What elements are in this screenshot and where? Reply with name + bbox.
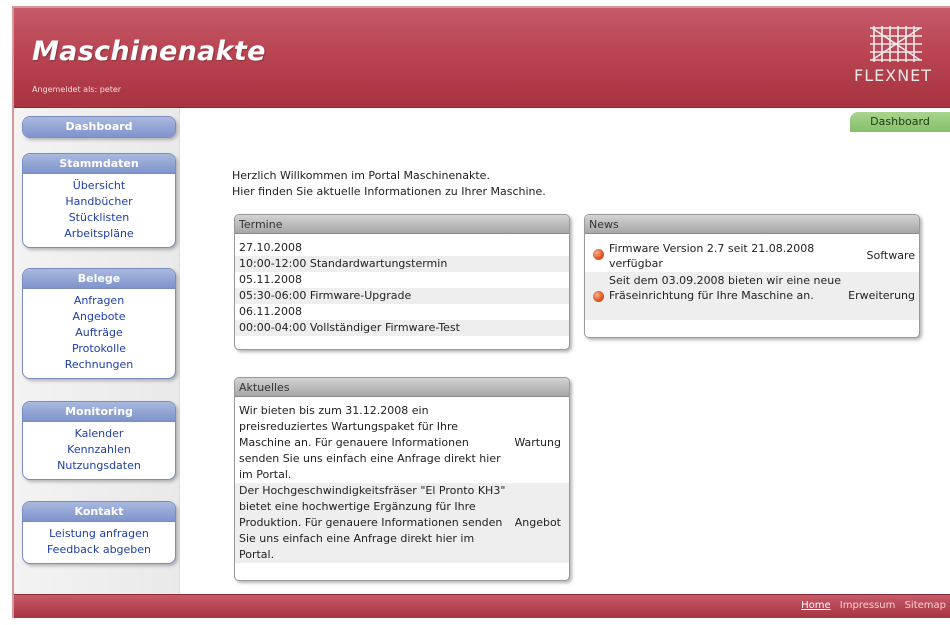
sidebar-item-auftraege[interactable]: Aufträge xyxy=(23,325,175,341)
page-frame: Maschinenakte Angemeldet als: peter FLEX… xyxy=(12,6,950,618)
news-bullet-icon xyxy=(593,249,604,260)
sidebar-item-protokolle[interactable]: Protokolle xyxy=(23,341,175,357)
sidebar-item-uebersicht[interactable]: Übersicht xyxy=(23,178,175,194)
welcome-text: Herzlich Willkommen im Portal Maschinena… xyxy=(232,168,546,200)
termine-entry: 05:30-06:00 Firmware-Upgrade xyxy=(235,288,569,304)
news-item: Seit dem 03.09.2008 bieten wir eine neue… xyxy=(585,272,919,320)
welcome-line-1: Herzlich Willkommen im Portal Maschinena… xyxy=(232,169,490,182)
sidebar-dashboard-box: Dashboard xyxy=(22,116,176,138)
sidebar-heading-monitoring[interactable]: Monitoring xyxy=(23,402,175,422)
sidebar-item-kennzahlen[interactable]: Kennzahlen xyxy=(23,442,175,458)
footer: Home Impressum Sitemap xyxy=(14,594,950,618)
login-info: Angemeldet als: peter xyxy=(32,85,122,94)
news-text: Seit dem 03.09.2008 bieten wir eine neue… xyxy=(609,274,842,302)
aktuelles-item: Wir bieten bis zum 31.12.2008 ein preisr… xyxy=(235,403,569,483)
news-category: Software xyxy=(866,249,916,262)
sidebar-item-anfragen[interactable]: Anfragen xyxy=(23,293,175,309)
news-panel: News Firmware Version 2.7 seit 21.08.200… xyxy=(584,214,920,338)
aktuelles-text: Der Hochgeschwindigkeitsfräser "El Pront… xyxy=(239,484,506,561)
sidebar: Dashboard Stammdaten Übersicht Handbüche… xyxy=(14,108,180,594)
footer-link-home[interactable]: Home xyxy=(801,600,831,611)
sidebar-item-handbuecher[interactable]: Handbücher xyxy=(23,194,175,210)
termine-entry: 00:00-04:00 Vollständiger Firmware-Test xyxy=(235,320,569,336)
sidebar-section-kontakt: Kontakt Leistung anfragen Feedback abgeb… xyxy=(22,501,176,564)
tab-dashboard[interactable]: Dashboard xyxy=(850,112,950,132)
sidebar-section-stammdaten: Stammdaten Übersicht Handbücher Stücklis… xyxy=(22,153,176,248)
flexnet-logo: FLEXNET xyxy=(850,22,942,88)
logo-text: FLEXNET xyxy=(854,66,933,85)
termine-date: 27.10.2008 xyxy=(239,241,302,254)
aktuelles-item: Der Hochgeschwindigkeitsfräser "El Pront… xyxy=(235,483,569,563)
news-text: Firmware Version 2.7 seit 21.08.2008 ver… xyxy=(609,242,815,270)
sidebar-item-dashboard[interactable]: Dashboard xyxy=(23,117,175,137)
termine-date: 05.11.2008 xyxy=(239,273,302,286)
app-title: Maschinenakte xyxy=(32,36,266,67)
aktuelles-panel: Aktuelles Wir bieten bis zum 31.12.2008 … xyxy=(234,377,570,581)
sidebar-item-leistung-anfragen[interactable]: Leistung anfragen xyxy=(23,526,175,542)
sidebar-item-feedback-abgeben[interactable]: Feedback abgeben xyxy=(23,542,175,558)
sidebar-item-stuecklisten[interactable]: Stücklisten xyxy=(23,210,175,226)
termine-entry: 10:00-12:00 Standardwartungstermin xyxy=(235,256,569,272)
sidebar-heading-stammdaten[interactable]: Stammdaten xyxy=(23,154,175,174)
sidebar-section-monitoring: Monitoring Kalender Kennzahlen Nutzungsd… xyxy=(22,401,176,480)
aktuelles-text: Wir bieten bis zum 31.12.2008 ein preisr… xyxy=(239,404,501,481)
footer-link-impressum[interactable]: Impressum xyxy=(840,600,896,611)
sidebar-heading-kontakt[interactable]: Kontakt xyxy=(23,502,175,522)
sidebar-item-angebote[interactable]: Angebote xyxy=(23,309,175,325)
termine-panel-title: Termine xyxy=(235,215,569,234)
aktuelles-panel-title: Aktuelles xyxy=(235,378,569,397)
header: Maschinenakte Angemeldet als: peter FLEX… xyxy=(14,8,950,108)
news-panel-title: News xyxy=(585,215,919,234)
aktuelles-category: Wartung xyxy=(514,436,561,449)
logo-grid-icon xyxy=(870,26,922,62)
news-category: Erweiterung xyxy=(848,289,915,302)
sidebar-section-belege: Belege Anfragen Angebote Aufträge Protok… xyxy=(22,268,176,379)
sidebar-item-kalender[interactable]: Kalender xyxy=(23,426,175,442)
welcome-line-2: Hier finden Sie aktuelle Informationen z… xyxy=(232,185,546,198)
sidebar-item-rechnungen[interactable]: Rechnungen xyxy=(23,357,175,373)
footer-links: Home Impressum Sitemap xyxy=(795,600,946,611)
news-item: Firmware Version 2.7 seit 21.08.2008 ver… xyxy=(585,240,919,272)
termine-date: 06.11.2008 xyxy=(239,305,302,318)
sidebar-heading-belege[interactable]: Belege xyxy=(23,269,175,289)
termine-panel: Termine 27.10.2008 10:00-12:00 Standardw… xyxy=(234,214,570,350)
footer-link-sitemap[interactable]: Sitemap xyxy=(905,600,946,611)
news-bullet-icon xyxy=(593,291,604,302)
aktuelles-category: Angebot xyxy=(514,516,561,529)
sidebar-item-nutzungsdaten[interactable]: Nutzungsdaten xyxy=(23,458,175,474)
sidebar-item-arbeitsplaene[interactable]: Arbeitspläne xyxy=(23,226,175,242)
